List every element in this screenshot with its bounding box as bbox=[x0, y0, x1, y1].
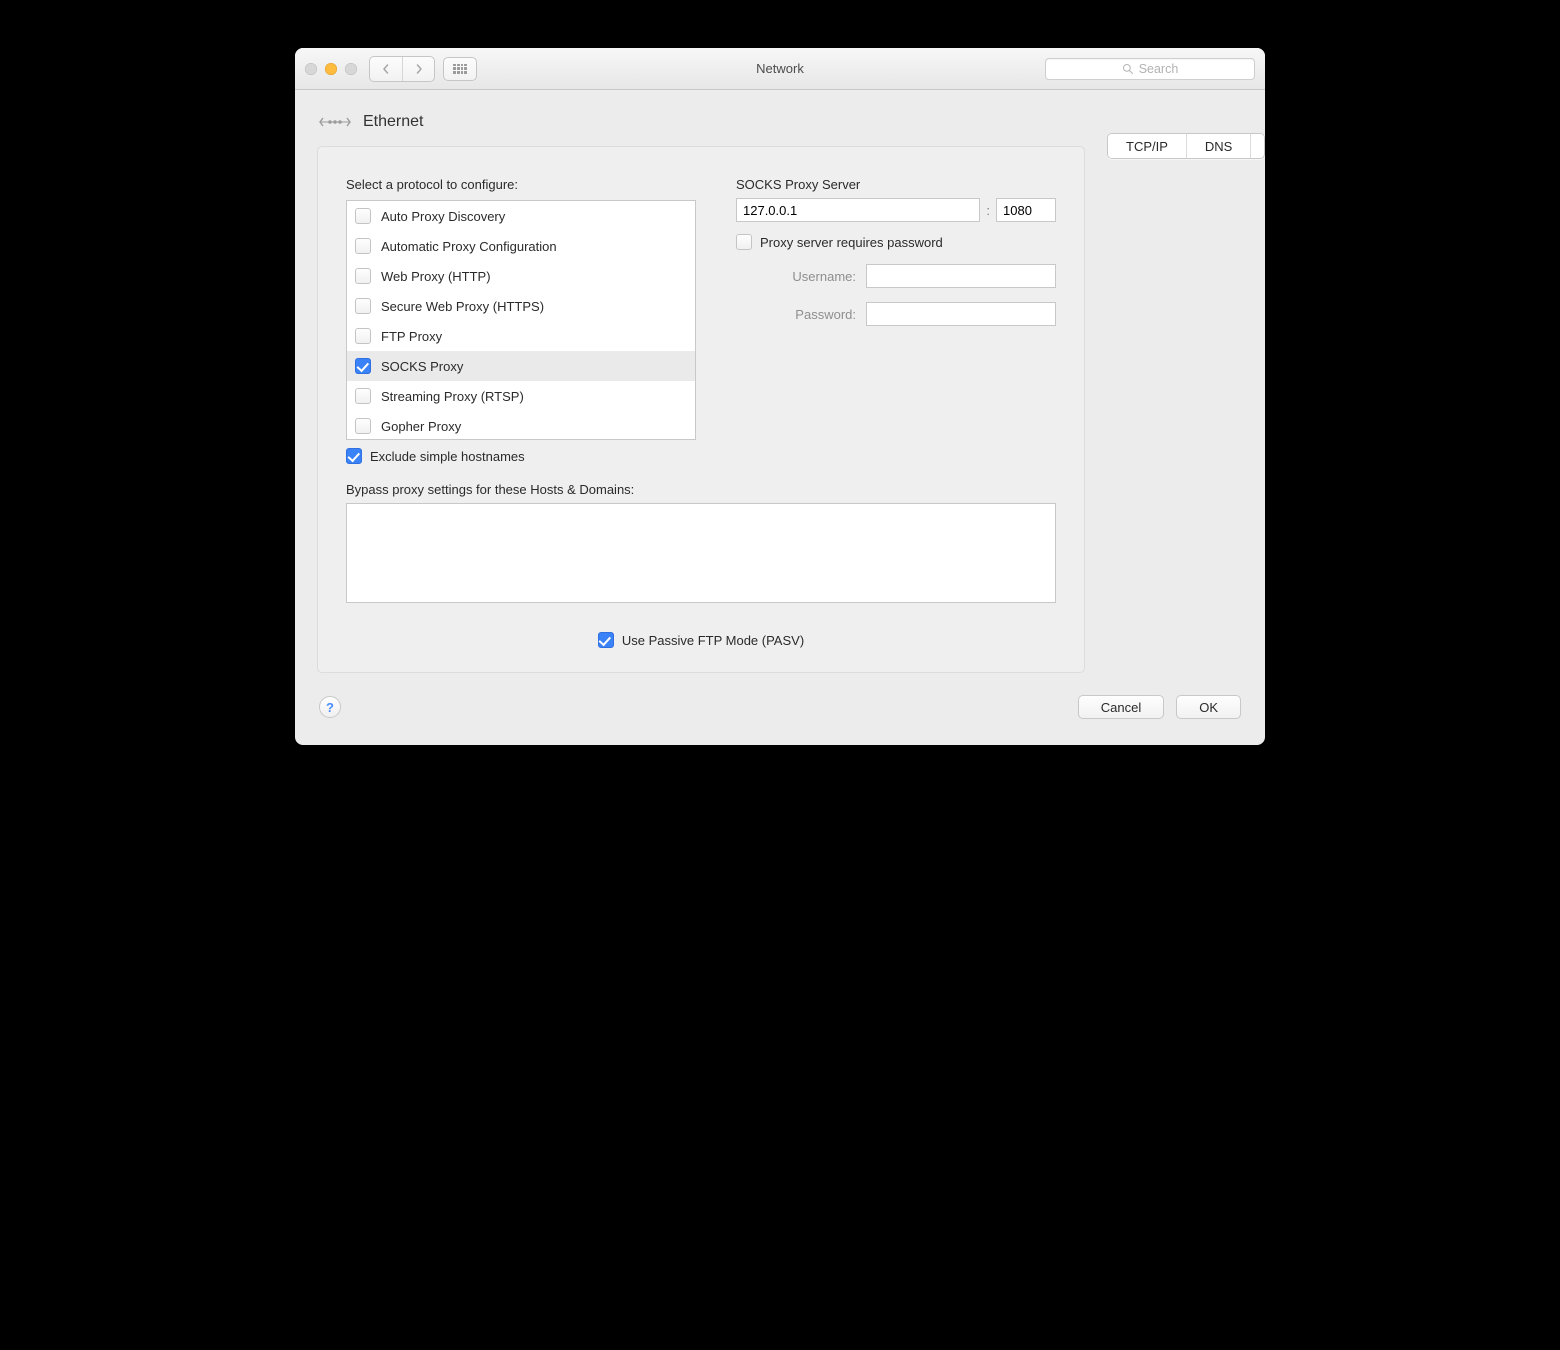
sheet: Ethernet Select a protocol to configure:… bbox=[295, 90, 1265, 745]
chevron-right-icon bbox=[414, 64, 424, 74]
checkbox-icon[interactable] bbox=[346, 448, 362, 464]
server-port-input[interactable] bbox=[996, 198, 1056, 222]
tab-panel: Select a protocol to configure: Auto Pro… bbox=[317, 146, 1085, 673]
protocol-label: FTP Proxy bbox=[381, 329, 442, 344]
titlebar: Network Search bbox=[295, 48, 1265, 90]
ethernet-icon bbox=[319, 106, 351, 138]
protocol-row-auto-discovery[interactable]: Auto Proxy Discovery bbox=[347, 201, 695, 231]
chevron-left-icon bbox=[381, 64, 391, 74]
cancel-button[interactable]: Cancel bbox=[1078, 695, 1164, 719]
bypass-textarea[interactable] bbox=[346, 503, 1056, 603]
minimize-window-icon[interactable] bbox=[325, 63, 337, 75]
tab-dns[interactable]: DNS bbox=[1186, 134, 1250, 158]
password-label: Password: bbox=[736, 307, 856, 322]
nav-back-button[interactable] bbox=[370, 57, 402, 81]
close-window-icon[interactable] bbox=[305, 63, 317, 75]
protocol-row-http[interactable]: Web Proxy (HTTP) bbox=[347, 261, 695, 291]
tab-wins[interactable]: WINS bbox=[1250, 134, 1265, 158]
checkbox-icon[interactable] bbox=[355, 358, 371, 374]
protocol-row-auto-config[interactable]: Automatic Proxy Configuration bbox=[347, 231, 695, 261]
footer: ? Cancel OK bbox=[295, 675, 1265, 729]
ok-button[interactable]: OK bbox=[1176, 695, 1241, 719]
protocol-label: SOCKS Proxy bbox=[381, 359, 463, 374]
window-controls bbox=[305, 63, 357, 75]
protocol-row-gopher[interactable]: Gopher Proxy bbox=[347, 411, 695, 440]
password-input[interactable] bbox=[866, 302, 1056, 326]
protocol-label: Auto Proxy Discovery bbox=[381, 209, 505, 224]
exclude-simple-hostnames-row[interactable]: Exclude simple hostnames bbox=[346, 448, 696, 464]
checkbox-icon[interactable] bbox=[355, 298, 371, 314]
bypass-label: Bypass proxy settings for these Hosts & … bbox=[346, 482, 1056, 497]
tab-tcpip[interactable]: TCP/IP bbox=[1108, 134, 1186, 158]
zoom-window-icon[interactable] bbox=[345, 63, 357, 75]
help-button[interactable]: ? bbox=[319, 696, 341, 718]
protocol-prompt: Select a protocol to configure: bbox=[346, 177, 696, 192]
protocol-label: Gopher Proxy bbox=[381, 419, 461, 434]
protocol-label: Streaming Proxy (RTSP) bbox=[381, 389, 524, 404]
protocol-list[interactable]: Auto Proxy Discovery Automatic Proxy Con… bbox=[346, 200, 696, 440]
protocol-row-socks[interactable]: SOCKS Proxy bbox=[347, 351, 695, 381]
requires-password-label: Proxy server requires password bbox=[760, 235, 943, 250]
search-icon bbox=[1122, 63, 1134, 75]
checkbox-icon[interactable] bbox=[355, 388, 371, 404]
protocol-row-rtsp[interactable]: Streaming Proxy (RTSP) bbox=[347, 381, 695, 411]
search-placeholder: Search bbox=[1139, 62, 1179, 76]
checkbox-icon[interactable] bbox=[598, 632, 614, 648]
show-all-button[interactable] bbox=[443, 57, 477, 81]
requires-password-row[interactable]: Proxy server requires password bbox=[736, 234, 1056, 250]
search-input[interactable]: Search bbox=[1045, 58, 1255, 80]
protocol-row-ftp[interactable]: FTP Proxy bbox=[347, 321, 695, 351]
host-port-separator: : bbox=[986, 203, 990, 218]
nav-forward-button[interactable] bbox=[402, 57, 434, 81]
checkbox-icon[interactable] bbox=[355, 208, 371, 224]
server-header: SOCKS Proxy Server bbox=[736, 177, 1056, 192]
nav-segmented bbox=[369, 56, 435, 82]
pasv-row[interactable]: Use Passive FTP Mode (PASV) bbox=[598, 632, 804, 648]
checkbox-icon[interactable] bbox=[736, 234, 752, 250]
pasv-label: Use Passive FTP Mode (PASV) bbox=[622, 633, 804, 648]
username-label: Username: bbox=[736, 269, 856, 284]
checkbox-icon[interactable] bbox=[355, 268, 371, 284]
protocol-row-https[interactable]: Secure Web Proxy (HTTPS) bbox=[347, 291, 695, 321]
checkbox-icon[interactable] bbox=[355, 238, 371, 254]
grid-icon bbox=[453, 64, 467, 74]
tabs: TCP/IP DNS WINS 802.1X Proxies Hardware bbox=[1107, 133, 1265, 159]
username-input[interactable] bbox=[866, 264, 1056, 288]
preferences-window: Network Search Ethernet Select a protoco… bbox=[295, 48, 1265, 745]
interface-name: Ethernet bbox=[363, 113, 423, 131]
protocol-label: Automatic Proxy Configuration bbox=[381, 239, 557, 254]
tabs-wrap: Select a protocol to configure: Auto Pro… bbox=[295, 146, 1265, 663]
protocol-label: Web Proxy (HTTP) bbox=[381, 269, 491, 284]
exclude-simple-label: Exclude simple hostnames bbox=[370, 449, 525, 464]
checkbox-icon[interactable] bbox=[355, 328, 371, 344]
protocol-label: Secure Web Proxy (HTTPS) bbox=[381, 299, 544, 314]
checkbox-icon[interactable] bbox=[355, 418, 371, 434]
server-host-input[interactable] bbox=[736, 198, 980, 222]
